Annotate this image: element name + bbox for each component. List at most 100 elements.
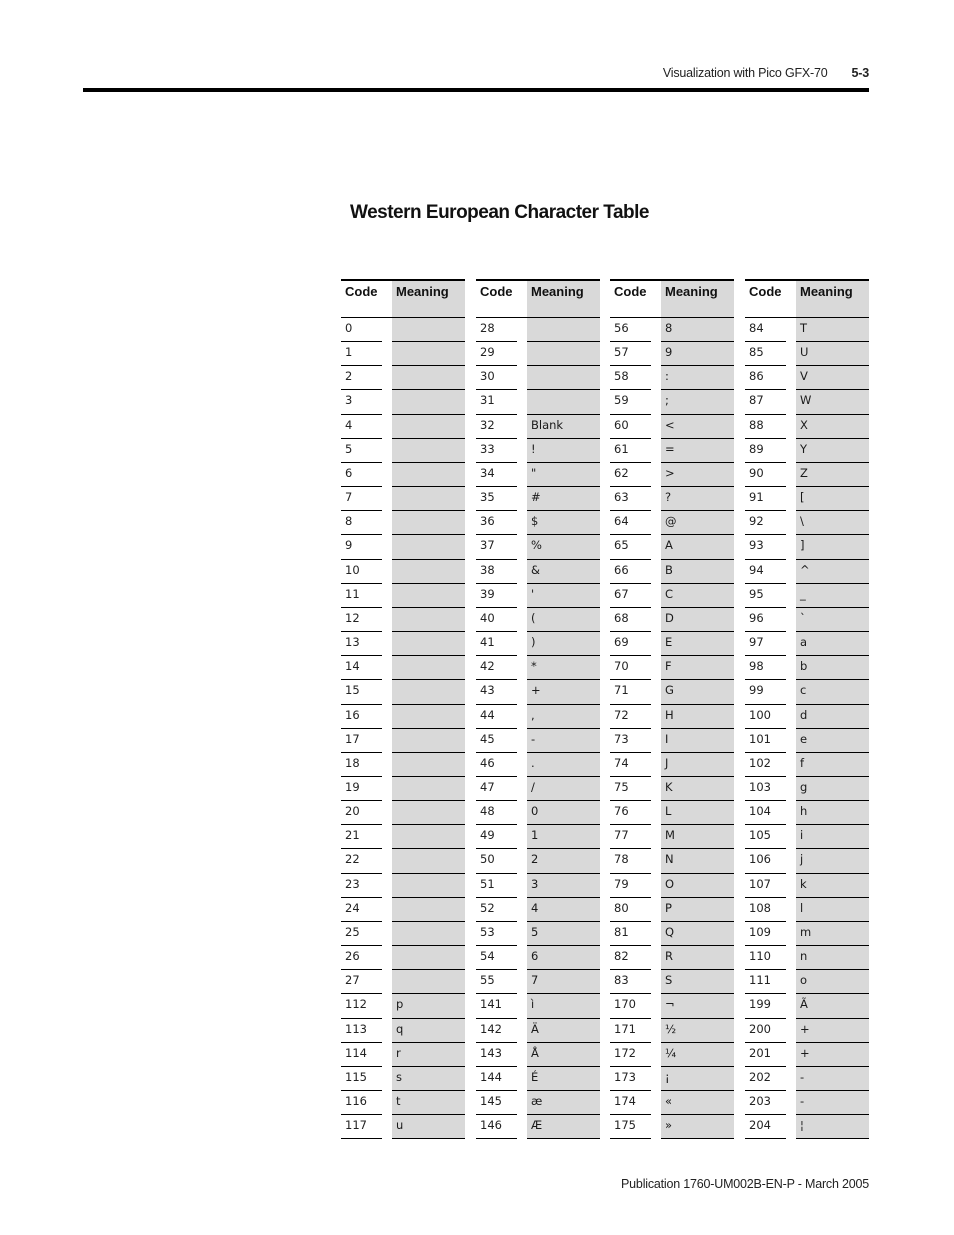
table-row: 85 U — [745, 342, 869, 367]
header-code-cell: Code — [745, 281, 786, 317]
meaning-cell: J — [661, 752, 734, 777]
table-row: 100 d — [745, 704, 869, 729]
header-code-label: Code — [480, 284, 513, 299]
code-cell: 34 — [476, 463, 517, 488]
table-row: 174 « — [610, 1091, 734, 1116]
header-meaning-label: Meaning — [396, 284, 449, 299]
meaning-cell: \ — [796, 511, 869, 536]
meaning-cell: s — [392, 1066, 465, 1091]
table-row: 24 — [341, 897, 465, 922]
code-cell: 66 — [610, 560, 651, 584]
table-row: 21 — [341, 825, 465, 850]
table-row: 142 Ä — [476, 1018, 600, 1043]
meaning-cell: æ — [527, 1091, 600, 1116]
meaning-cell: B — [661, 559, 734, 584]
meaning-cell: Æ — [527, 1115, 600, 1140]
meaning-cell: F — [661, 656, 734, 681]
meaning-cell — [392, 462, 465, 488]
code-cell: 175 — [610, 1115, 651, 1140]
table-row: 145 æ — [476, 1091, 600, 1116]
table-row: 2 — [341, 366, 465, 391]
code-cell: 86 — [745, 366, 786, 391]
meaning-cell: M — [661, 825, 734, 850]
table-row: 58: — [610, 366, 734, 391]
meaning-cell: ] — [796, 535, 869, 560]
table-row: 82 R — [610, 946, 734, 971]
meaning-cell: ? — [661, 487, 734, 512]
code-cell: 108 — [745, 898, 786, 922]
meaning-cell: Ã — [796, 994, 869, 1019]
code-cell: 19 — [341, 777, 382, 802]
header-meaning-cell: Meaning — [527, 281, 600, 317]
code-cell: 81 — [610, 922, 651, 947]
code-cell: 32 — [476, 415, 517, 439]
meaning-cell — [392, 318, 465, 343]
code-cell: 146 — [476, 1115, 517, 1140]
code-cell: 37 — [476, 535, 517, 560]
table-row: 203- — [745, 1091, 869, 1116]
code-cell: 103 — [745, 777, 786, 802]
code-cell: 5 — [341, 439, 382, 463]
meaning-cell: ` — [796, 607, 869, 633]
table-row: 71 G — [610, 680, 734, 705]
code-cell: 80 — [610, 898, 651, 922]
table-row: 20 — [341, 801, 465, 826]
table-header: Code Meaning — [745, 281, 869, 317]
table-row: 27 — [341, 970, 465, 995]
code-cell: 170 — [610, 994, 651, 1019]
meaning-cell — [392, 414, 465, 439]
header-meaning-cell: Meaning — [392, 281, 465, 317]
page-title: Western European Character Table — [350, 202, 650, 223]
page-number: 5-3 — [851, 66, 870, 80]
meaning-cell: ) — [527, 632, 600, 657]
code-cell: 18 — [341, 753, 382, 777]
code-cell: 50 — [476, 849, 517, 874]
code-cell: 111 — [745, 970, 786, 995]
table-row: 200 + — [745, 1018, 869, 1043]
code-cell: 53 — [476, 922, 517, 947]
table-row: 74 J — [610, 752, 734, 777]
table-row: 55 7 — [476, 970, 600, 995]
table-row: 51 3 — [476, 873, 600, 898]
table-row: 50 2 — [476, 849, 600, 874]
table-row: 202- — [745, 1066, 869, 1091]
table-row: 170 ¬ — [610, 994, 734, 1019]
code-cell: 13 — [341, 632, 382, 657]
table-row: 143 Å — [476, 1042, 600, 1067]
table-row: 14 — [341, 656, 465, 681]
table-row: 72 H — [610, 704, 734, 729]
meaning-cell: a — [796, 632, 869, 657]
meaning-cell — [392, 921, 465, 947]
code-cell: 26 — [341, 946, 382, 971]
meaning-cell: S — [661, 970, 734, 995]
meaning-cell: ' — [527, 583, 600, 608]
table-row: 116 t — [341, 1091, 465, 1116]
code-cell: 35 — [476, 487, 517, 512]
code-cell: 172 — [610, 1043, 651, 1067]
table-row: 105 i — [745, 825, 869, 850]
meaning-cell: 7 — [527, 970, 600, 995]
table-row: 6 — [341, 462, 465, 488]
meaning-cell: - — [796, 1066, 869, 1091]
table-row: 80 P — [610, 897, 734, 922]
meaning-cell: ; — [661, 390, 734, 415]
meaning-cell: X — [796, 414, 869, 439]
code-cell: 20 — [341, 801, 382, 826]
code-cell: 113 — [341, 1019, 382, 1043]
meaning-cell: Å — [527, 1042, 600, 1067]
meaning-cell: ¡ — [661, 1066, 734, 1091]
table-header: Code Meaning — [341, 281, 465, 317]
code-cell: 60 — [610, 415, 651, 439]
running-head: Visualization with Pico GFX-70 5-3 — [663, 66, 869, 80]
running-head-title: Visualization with Pico GFX-70 — [662, 66, 828, 80]
table-row: 52 4 — [476, 897, 600, 922]
meaning-cell: u — [392, 1115, 465, 1140]
meaning-cell — [392, 680, 465, 705]
table-row: 38 & — [476, 559, 600, 584]
meaning-cell: . — [527, 752, 600, 777]
code-cell: 173 — [610, 1067, 651, 1091]
code-cell: 116 — [341, 1091, 382, 1116]
meaning-cell: Z — [796, 462, 869, 488]
meaning-cell: [ — [796, 487, 869, 512]
table-row: 77 M — [610, 825, 734, 850]
